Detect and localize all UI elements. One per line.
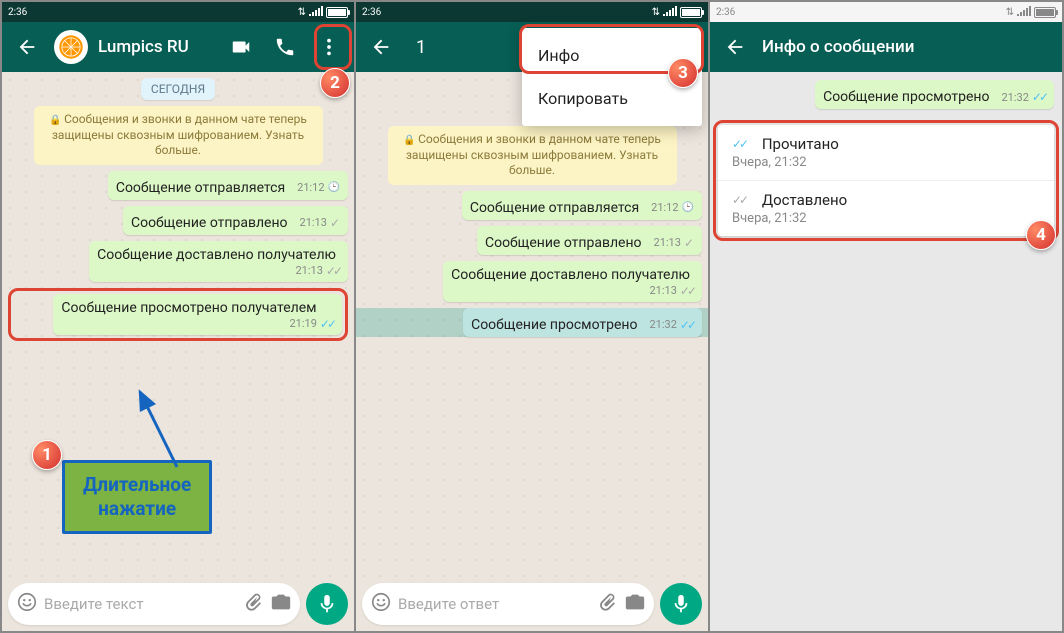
emoji-icon[interactable] [16, 591, 38, 617]
info-header: Инфо о сообщении [710, 22, 1062, 72]
call-icon[interactable] [268, 30, 302, 64]
message-text: Сообщение просмотрено [471, 317, 641, 333]
doublecheck-icon: ✓✓ [326, 264, 340, 278]
info-list-wrap: ✓✓ Прочитано Вчера, 21:32 ✓✓ Доставлено … [718, 125, 1054, 236]
contact-name[interactable]: Lumpics RU [98, 37, 214, 57]
chat-body[interactable]: СЕГОДНЯ Сообщения и звонки в данном чате… [2, 72, 354, 577]
status-icons: ⇅ [1006, 5, 1056, 19]
status-bar: 2:36 ⇅ [2, 2, 354, 22]
message-text: Сообщение отправляется [116, 180, 289, 196]
check-icon: ✓ [684, 236, 694, 250]
input-placeholder: Введите ответ [398, 595, 590, 613]
status-icons: ⇅ [652, 5, 702, 19]
status-bar: 2:36 ⇅ [356, 2, 708, 22]
encryption-banner[interactable]: Сообщения и звонки в данном чате теперь … [34, 106, 323, 165]
status-clock: 2:36 [362, 7, 381, 18]
doublecheck-icon: ✓✓ [680, 284, 694, 298]
camera-icon[interactable] [270, 591, 292, 617]
annotation-highlight-message: Сообщение просмотрено получателем 21:19✓… [8, 288, 348, 341]
message-row[interactable]: Сообщение отправлено 21:13✓ [8, 206, 348, 235]
message-row[interactable]: Сообщение отправлено 21:13✓ [362, 226, 702, 255]
back-icon[interactable] [718, 30, 752, 64]
camera-icon[interactable] [624, 591, 646, 617]
message-row[interactable]: Сообщение доставлено получателю 21:13✓✓ [362, 261, 702, 302]
doublecheck-blue-icon: ✓✓ [1032, 90, 1046, 104]
annotation-highlight-more [314, 24, 352, 70]
avatar[interactable] [54, 30, 88, 64]
message-text: Сообщение отправляется [470, 200, 643, 216]
doublecheck-blue-icon: ✓✓ [320, 317, 334, 331]
selection-count: 1 [416, 37, 426, 58]
status-clock: 2:36 [8, 7, 27, 18]
message-text: Сообщение доставлено получателю [451, 267, 694, 283]
annotation-badge-2: 2 [320, 68, 350, 98]
info-message: Сообщение просмотрено 21:32✓✓ [718, 80, 1054, 109]
date-chip: СЕГОДНЯ [141, 78, 215, 100]
chat-header: Lumpics RU [2, 22, 354, 72]
check-icon: ✓ [330, 216, 340, 230]
back-icon[interactable] [10, 30, 44, 64]
videocall-icon[interactable] [224, 30, 258, 64]
annotation-badge-1: 1 [32, 440, 62, 470]
annotation-badge-4: 4 [1026, 220, 1056, 250]
input-bar: Введите ответ [356, 577, 708, 631]
encryption-banner[interactable]: Сообщения и звонки в данном чате теперь … [388, 126, 677, 185]
panel-info: 2:36 ⇅ Инфо о сообщении Сообщение просмо… [710, 2, 1062, 631]
doublecheck-blue-icon: ✓✓ [680, 318, 694, 332]
message-row-selected[interactable]: Сообщение просмотрено 21:32✓✓ [356, 308, 708, 337]
message-text: Сообщение просмотрено [823, 89, 993, 105]
chat-body[interactable]: Сообщения и звонки в данном чате теперь … [356, 72, 708, 577]
info-body: Сообщение просмотрено 21:32✓✓ ✓✓ Прочита… [710, 72, 1062, 631]
status-clock: 2:36 [716, 7, 735, 18]
clock-icon: 🕒 [328, 182, 340, 193]
input-placeholder: Введите текст [44, 595, 236, 613]
annotation-badge-3: 3 [668, 58, 698, 88]
clock-icon: 🕒 [682, 202, 694, 213]
message-text: Сообщение просмотрено получателем [61, 300, 334, 316]
message-text: Сообщение отправлено [131, 215, 292, 231]
back-icon[interactable] [364, 30, 398, 64]
status-bar: 2:36 ⇅ [710, 2, 1062, 22]
panel-chat: 2:36 ⇅ Lumpics RU 2 СЕГОДНЯ Сообщения и … [2, 2, 356, 631]
message-row[interactable]: Сообщение доставлено получателю 21:13✓✓ [8, 241, 348, 282]
annotation-arrow [122, 382, 212, 472]
message-input[interactable]: Введите ответ [362, 583, 654, 625]
message-input[interactable]: Введите текст [8, 583, 300, 625]
status-icons: ⇅ [298, 5, 348, 19]
attach-icon[interactable] [242, 591, 264, 617]
message-row[interactable]: Сообщение отправляется 21:12🕒 [8, 171, 348, 200]
page-title: Инфо о сообщении [762, 37, 1054, 57]
panel-selection: 2:36 ⇅ 1 Инфо Копировать 3 Сообщения и з… [356, 2, 710, 631]
attach-icon[interactable] [596, 591, 618, 617]
mic-button[interactable] [660, 583, 702, 625]
message-text: Сообщение доставлено получателю [97, 247, 340, 263]
message-row[interactable]: Сообщение отправляется 21:12🕒 [362, 191, 702, 220]
emoji-icon[interactable] [370, 591, 392, 617]
mic-button[interactable] [306, 583, 348, 625]
annotation-highlight-info [713, 120, 1059, 241]
input-bar: Введите текст [2, 577, 354, 631]
message-text: Сообщение отправлено [485, 235, 646, 251]
